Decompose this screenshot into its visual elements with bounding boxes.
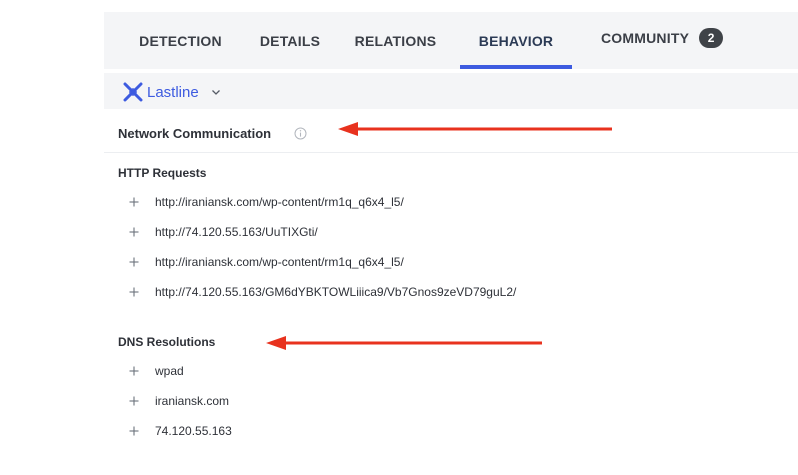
list-item: http://iraniansk.com/wp-content/rm1q_q6x… (128, 193, 404, 211)
expand-plus-icon[interactable] (128, 425, 140, 437)
dns-resolution-host: wpad (155, 364, 184, 378)
tab-community-label: COMMUNITY (601, 29, 690, 46)
chevron-down-icon (211, 90, 220, 95)
expand-plus-icon[interactable] (128, 395, 140, 407)
expand-plus-icon[interactable] (128, 196, 140, 208)
tab-community[interactable]: COMMUNITY 2 (601, 9, 741, 66)
list-item: wpad (128, 362, 184, 380)
expand-plus-icon[interactable] (128, 226, 140, 238)
tab-behavior-label: BEHAVIOR (478, 32, 554, 49)
tab-behavior[interactable]: BEHAVIOR (460, 12, 572, 69)
list-item: http://iraniansk.com/wp-content/rm1q_q6x… (128, 253, 404, 271)
info-icon[interactable] (294, 127, 307, 140)
http-request-url: http://iraniansk.com/wp-content/rm1q_q6x… (155, 195, 404, 209)
http-request-url: http://74.120.55.163/GM6dYBKTOWLiiica9/V… (155, 285, 517, 299)
annotation-arrow (338, 122, 612, 136)
tab-details[interactable]: DETAILS (252, 12, 328, 69)
expand-plus-icon[interactable] (128, 256, 140, 268)
tab-bar: DETECTION DETAILS RELATIONS BEHAVIOR COM… (104, 12, 798, 69)
lastline-logo-icon (123, 82, 143, 102)
active-tab-indicator (460, 65, 572, 69)
sandbox-dropdown[interactable]: Lastline (122, 81, 221, 103)
tab-detection[interactable]: DETECTION (128, 12, 233, 69)
http-request-url: http://74.120.55.163/UuTIXGti/ (155, 225, 318, 239)
tab-relations[interactable]: RELATIONS (351, 12, 440, 69)
list-item: http://74.120.55.163/UuTIXGti/ (128, 223, 318, 241)
http-request-url: http://iraniansk.com/wp-content/rm1q_q6x… (155, 255, 404, 269)
list-item: iraniansk.com (128, 392, 229, 410)
dns-resolutions-title: DNS Resolutions (118, 335, 216, 349)
sandbox-name: Lastline (147, 83, 199, 101)
dns-resolution-host: 74.120.55.163 (155, 424, 232, 438)
community-count-badge: 2 (699, 27, 724, 48)
expand-plus-icon[interactable] (128, 365, 140, 377)
annotation-arrow (266, 336, 542, 350)
page: DETECTION DETAILS RELATIONS BEHAVIOR COM… (0, 0, 798, 475)
dns-resolution-host: iraniansk.com (155, 394, 230, 408)
sandbox-bar: Lastline (104, 73, 798, 109)
list-item: 74.120.55.163 (128, 422, 232, 440)
expand-plus-icon[interactable] (128, 286, 140, 298)
section-title: Network Communication (118, 126, 272, 141)
list-item: http://74.120.55.163/GM6dYBKTOWLiiica9/V… (128, 283, 516, 301)
http-requests-title: HTTP Requests (118, 166, 207, 180)
